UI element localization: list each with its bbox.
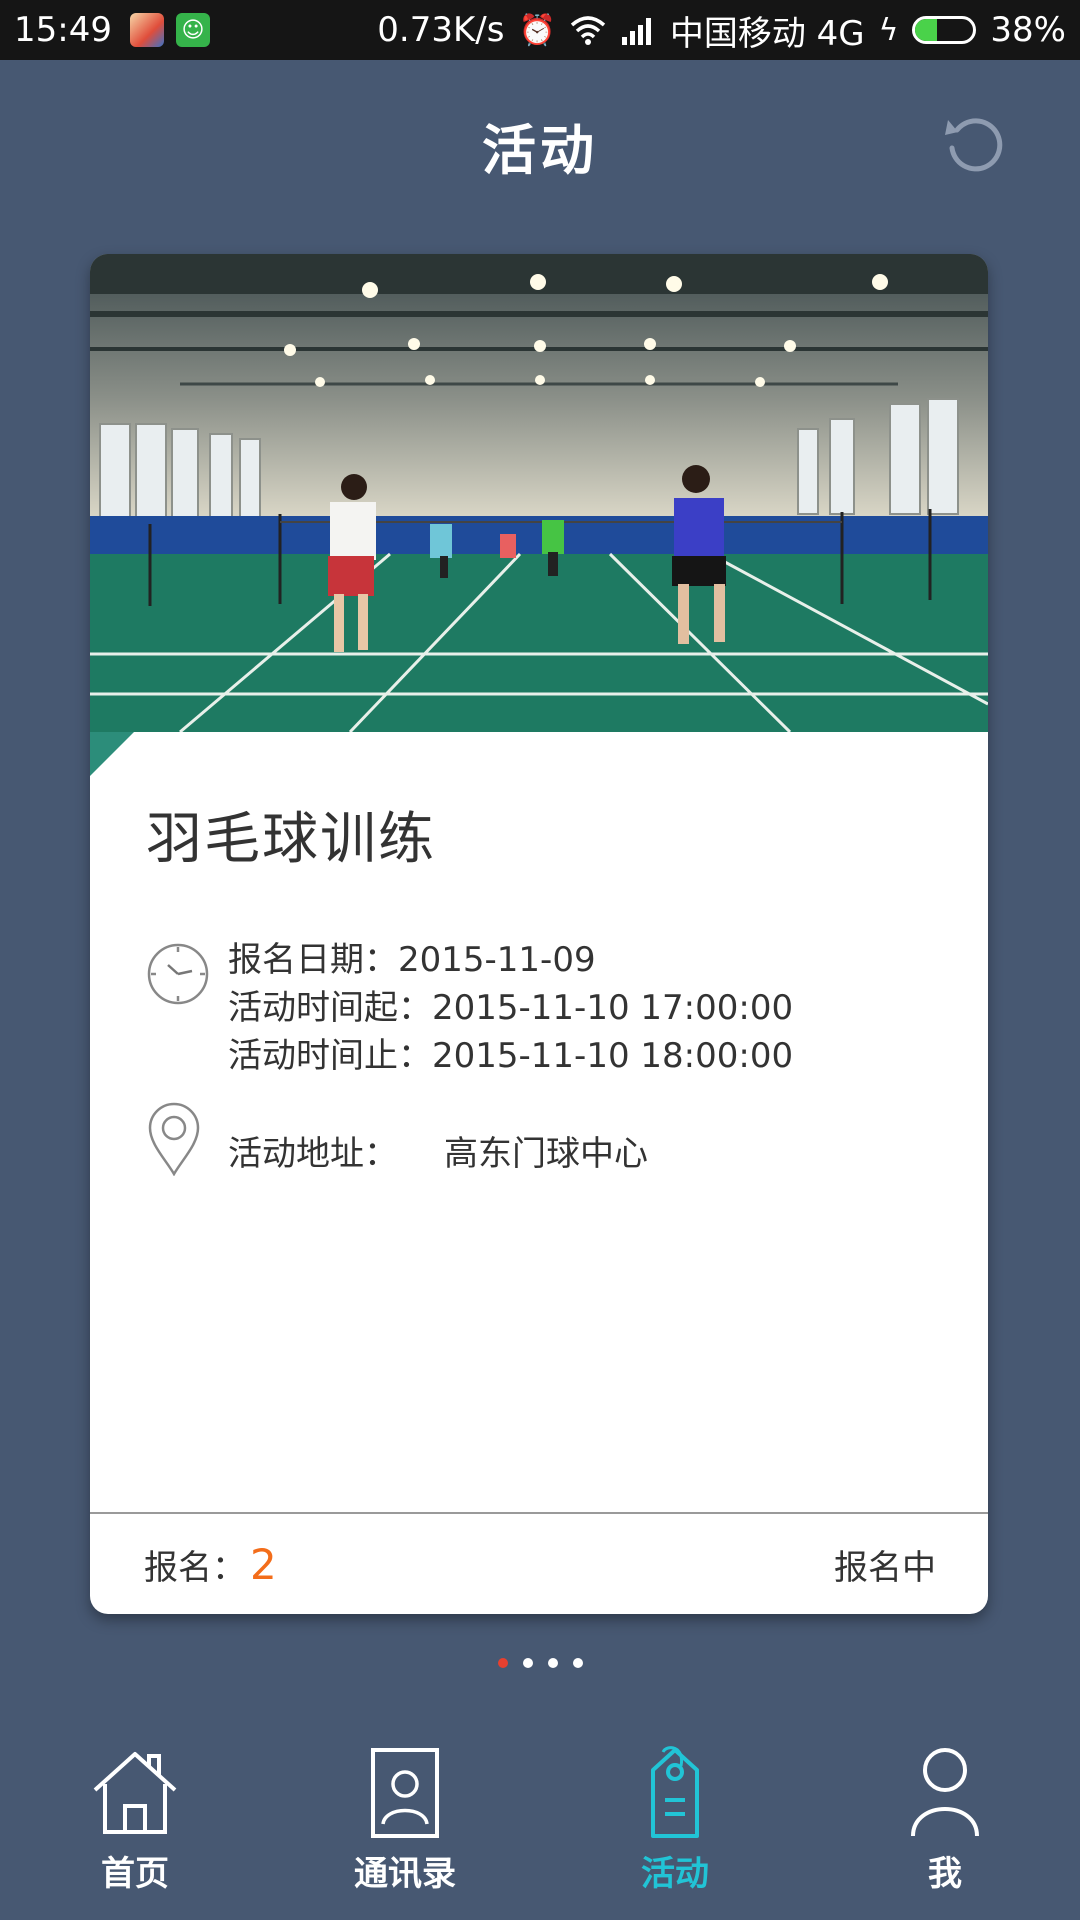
wifi-icon (570, 16, 605, 45)
address-row: 活动地址： 高东门球中心 (228, 1126, 648, 1175)
app-header: 活动 (0, 60, 1080, 230)
battery-percent: 38% (990, 10, 1066, 50)
end-time: 活动时间止：2015-11-10 18:00:00 (228, 1036, 794, 1076)
status-right: 0.73K/s ⏰ 中国移动 4G ϟ 38% (377, 6, 1066, 55)
pager-dot[interactable] (522, 1658, 533, 1668)
photo-corner-accent (90, 732, 134, 776)
network-speed: 0.73K/s (377, 10, 505, 50)
person-icon (911, 1748, 979, 1837)
bottom-nav: 首页 通讯录 活动 我 (0, 1730, 1080, 1920)
status-badge: 报名中 (834, 1547, 936, 1588)
card-footer: 报名： 2 报名中 (90, 1514, 988, 1614)
activity-card[interactable]: 羽毛球训练 报名日期：2015-11-09 活动时间起：2015-11-10 1… (90, 254, 988, 1614)
pager-dot[interactable] (547, 1658, 558, 1668)
contacts-icon (371, 1748, 439, 1838)
start-time: 活动时间起：2015-11-10 17:00:00 (228, 988, 794, 1028)
address-value: 高东门球中心 (444, 1134, 648, 1174)
charging-icon: ϟ (878, 12, 899, 48)
tag-icon (651, 1746, 699, 1838)
battery-icon (912, 16, 977, 44)
activity-title: 羽毛球训练 (146, 807, 436, 872)
android-icon: ☺ (175, 13, 210, 47)
nav-me[interactable]: 我 (810, 1730, 1080, 1920)
refresh-icon[interactable] (940, 108, 1010, 178)
signup-date: 报名日期：2015-11-09 (228, 940, 596, 980)
signal-icon (621, 18, 651, 45)
badminton-court-photo (90, 254, 988, 732)
nav-contacts[interactable]: 通讯录 (270, 1730, 540, 1920)
nav-activity[interactable]: 活动 (540, 1730, 810, 1920)
clock-icon (147, 943, 209, 1005)
nav-label-contacts: 通讯录 (354, 1854, 456, 1894)
location-pin-icon (148, 1102, 200, 1176)
page-indicator (0, 1658, 1080, 1668)
carrier-label: 中国移动 4G (669, 13, 865, 54)
nav-label-home: 首页 (101, 1854, 169, 1894)
app-icon (129, 13, 164, 47)
battery-level (915, 19, 938, 41)
page-title: 活动 (482, 118, 598, 182)
status-time: 15:49 (14, 10, 112, 50)
alarm-icon: ⏰ (518, 12, 556, 48)
signup-label: 报名： (144, 1547, 246, 1588)
signup-count: 2 (250, 1539, 277, 1589)
address-label: 活动地址： (228, 1134, 398, 1174)
status-bar: 15:49 ☺ 0.73K/s ⏰ 中国移动 4G ϟ 38% (0, 0, 1080, 60)
pager-dot[interactable] (497, 1658, 508, 1668)
nav-label-activity: 活动 (641, 1854, 709, 1894)
pager-dot[interactable] (572, 1658, 583, 1668)
nav-home[interactable]: 首页 (0, 1730, 270, 1920)
home-icon (93, 1752, 177, 1834)
nav-label-me: 我 (928, 1854, 962, 1894)
